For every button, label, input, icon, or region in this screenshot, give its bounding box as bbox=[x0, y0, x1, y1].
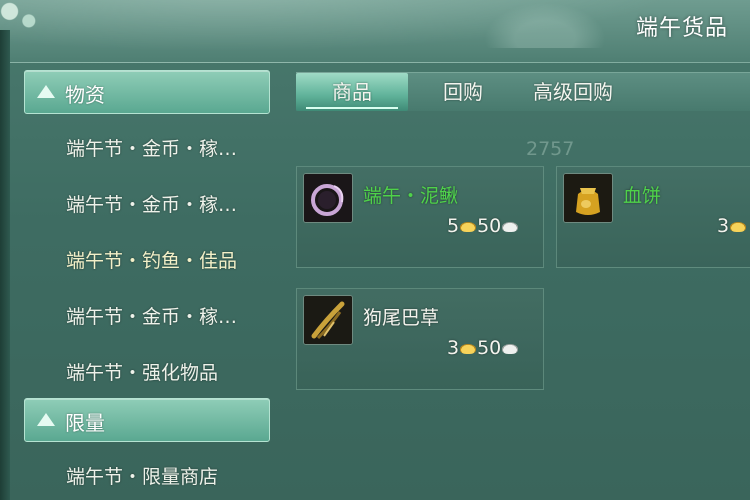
price-silver: 50 bbox=[477, 337, 502, 359]
gold-ingot-icon bbox=[460, 343, 477, 354]
price-gold: 3 bbox=[447, 337, 460, 359]
window-title: 端午货品 bbox=[635, 16, 728, 41]
triangle-up-icon bbox=[37, 85, 55, 98]
goods-card[interactable]: 端午・泥鳅 5 50 bbox=[296, 166, 544, 268]
tab-goods[interactable]: 商品 bbox=[296, 73, 408, 111]
goods-card[interactable]: 狗尾巴草 3 50 bbox=[296, 288, 544, 390]
silver-ingot-icon bbox=[502, 221, 519, 232]
currency-hint: 2757 bbox=[526, 138, 575, 160]
item-name: 端午・泥鳅 bbox=[363, 185, 459, 207]
foxtail-grass-icon bbox=[303, 295, 353, 345]
gold-pouch-icon bbox=[563, 173, 613, 223]
price-silver: 50 bbox=[477, 215, 502, 237]
sidebar-item-2[interactable]: 端午节・金币・稼… bbox=[66, 190, 237, 217]
item-name: 狗尾巴草 bbox=[363, 307, 440, 329]
category-header-limited[interactable]: 限量 bbox=[24, 398, 270, 442]
purple-ring-icon bbox=[303, 173, 353, 223]
tab-premium-buyback[interactable]: 高级回购 bbox=[518, 73, 628, 111]
title-bar: 端午货品 bbox=[0, 0, 750, 63]
window-left-edge bbox=[0, 30, 10, 500]
sidebar-item-5[interactable]: 端午节・强化物品 bbox=[66, 358, 218, 385]
tab-buyback[interactable]: 回购 bbox=[418, 73, 508, 111]
sidebar-item-4[interactable]: 端午节・金币・稼… bbox=[66, 302, 237, 329]
goods-card[interactable]: 血饼 3 bbox=[556, 166, 750, 268]
item-name: 血饼 bbox=[623, 185, 662, 207]
gold-ingot-icon bbox=[460, 221, 477, 232]
triangle-up-icon bbox=[37, 413, 55, 426]
item-price: 5 50 bbox=[447, 215, 519, 237]
price-gold: 3 bbox=[717, 215, 730, 237]
item-price: 3 bbox=[717, 215, 747, 237]
price-gold: 5 bbox=[447, 215, 460, 237]
sidebar-item-1[interactable]: 端午节・金币・稼… bbox=[66, 134, 237, 161]
category-header-label: 物资 bbox=[65, 83, 105, 107]
gold-ingot-icon bbox=[730, 221, 747, 232]
cloud-decoration bbox=[480, 0, 610, 48]
item-price: 3 50 bbox=[447, 337, 519, 359]
sidebar-item-3[interactable]: 端午节・钓鱼・佳品 bbox=[66, 246, 237, 273]
silver-ingot-icon bbox=[502, 343, 519, 354]
shop-tabs: 商品 回购 高级回购 bbox=[296, 72, 750, 111]
sidebar-item-6[interactable]: 端午节・限量商店 bbox=[66, 462, 218, 489]
category-header-label: 限量 bbox=[65, 411, 105, 435]
category-header-supplies[interactable]: 物资 bbox=[24, 70, 270, 114]
